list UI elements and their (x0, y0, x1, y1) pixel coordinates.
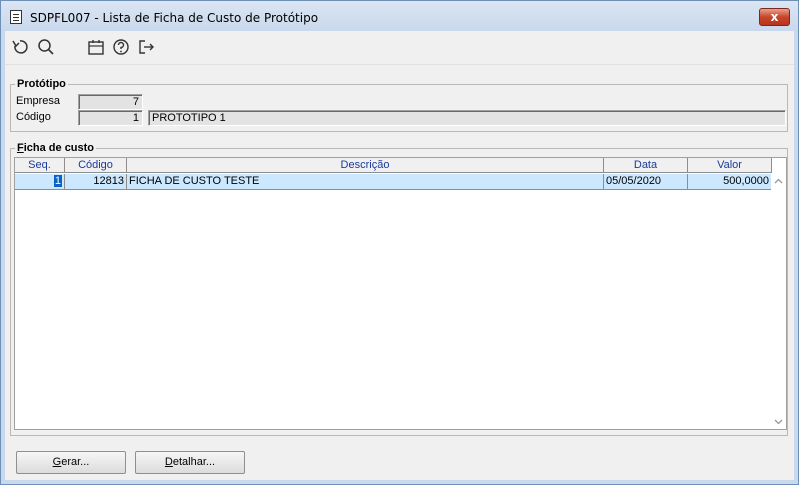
main-window: SDPFL007 - Lista de Ficha de Custo de Pr… (0, 0, 799, 485)
ficha-custo-group-label: Ficha de custo (15, 142, 97, 154)
empresa-field[interactable]: 7 (78, 94, 143, 110)
gerar-button[interactable]: Gerar... (16, 451, 126, 474)
refresh-icon[interactable] (11, 38, 29, 56)
ficha-custo-group: Ficha de custo Seq. Código Descrição Dat… (10, 142, 788, 436)
toolbar (5, 31, 794, 63)
document-icon (10, 10, 22, 24)
cell-data[interactable]: 05/05/2020 (604, 174, 688, 190)
codigo-field[interactable]: 1 (78, 110, 143, 126)
col-header-seq[interactable]: Seq. (15, 158, 65, 173)
ficha-custo-grid[interactable]: Seq. Código Descrição Data Valor 1 12813… (14, 157, 787, 430)
scroll-up-icon[interactable] (771, 174, 786, 189)
client-area: Protótipo Empresa 7 Código 1 PROTOTIPO 1… (5, 31, 794, 480)
help-icon[interactable] (112, 38, 130, 56)
cell-seq[interactable]: 1 (15, 174, 65, 190)
cell-descricao[interactable]: FICHA DE CUSTO TESTE (127, 174, 604, 190)
table-row[interactable]: 1 12813 FICHA DE CUSTO TESTE 05/05/2020 … (15, 174, 772, 190)
col-header-descricao[interactable]: Descrição (127, 158, 604, 173)
grid-scrollbar[interactable] (771, 174, 786, 429)
codigo-label: Código (16, 111, 51, 123)
cell-codigo[interactable]: 12813 (65, 174, 127, 190)
detalhar-button[interactable]: Detalhar... (135, 451, 245, 474)
col-header-valor[interactable]: Valor (688, 158, 772, 173)
col-header-data[interactable]: Data (604, 158, 688, 173)
descricao-field[interactable]: PROTOTIPO 1 (148, 110, 786, 126)
window-title: SDPFL007 - Lista de Ficha de Custo de Pr… (30, 11, 319, 25)
search-icon[interactable] (37, 38, 55, 56)
prototipo-group: Protótipo Empresa 7 Código 1 PROTOTIPO 1 (10, 78, 788, 132)
cell-valor[interactable]: 500,0000 (688, 174, 772, 190)
calendar-icon[interactable] (87, 38, 105, 56)
close-icon: x (770, 10, 779, 24)
prototipo-group-label: Protótipo (15, 78, 68, 90)
grid-header: Seq. Código Descrição Data Valor (15, 158, 772, 174)
empresa-label: Empresa (16, 95, 61, 107)
scroll-down-icon[interactable] (771, 414, 786, 429)
exit-icon[interactable] (137, 38, 155, 56)
close-button[interactable]: x (759, 8, 790, 26)
title-bar[interactable]: SDPFL007 - Lista de Ficha de Custo de Pr… (1, 1, 798, 31)
col-header-codigo[interactable]: Código (65, 158, 127, 173)
toolbar-separator (5, 64, 794, 65)
